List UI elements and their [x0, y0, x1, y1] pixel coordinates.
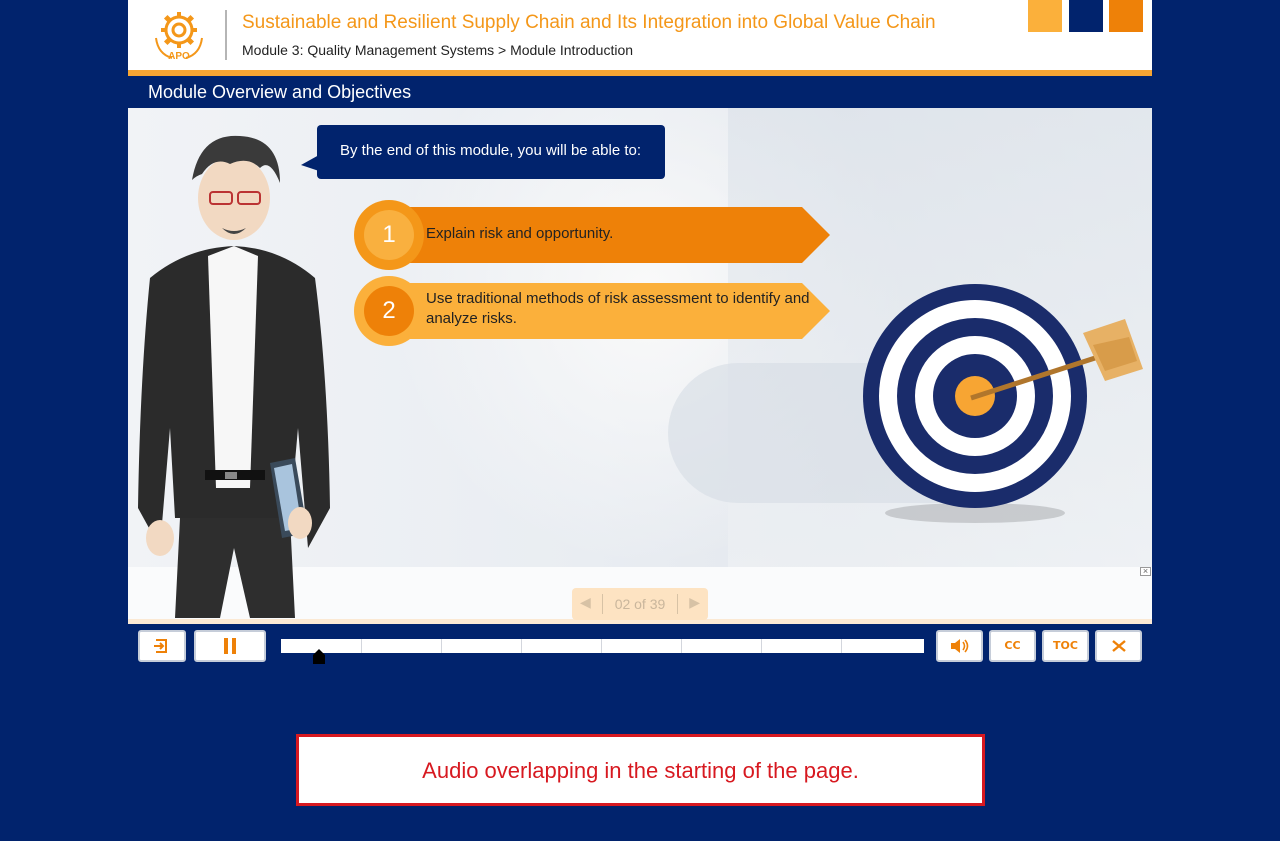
section-title: Module Overview and Objectives [148, 82, 412, 102]
course-title: Sustainable and Resilient Supply Chain a… [242, 12, 936, 33]
apo-logo: APO [155, 12, 203, 62]
progress-tick [841, 639, 842, 653]
objective-number: 1 [364, 210, 414, 260]
decor-square-light-orange [1028, 0, 1062, 32]
table-of-contents-button[interactable]: TOC [1042, 630, 1089, 662]
next-slide-icon[interactable]: ▶ [689, 594, 700, 611]
review-note-text: Audio overlapping in the starting of the… [422, 758, 859, 783]
slide-stage: By the end of this module, you will be a… [128, 108, 1152, 624]
section-bar: Module Overview and Objectives [128, 76, 1152, 108]
decor-square-navy [1069, 0, 1103, 32]
closed-captions-button[interactable]: CC [989, 630, 1036, 662]
audio-button[interactable] [936, 630, 983, 662]
speaker-icon [950, 639, 968, 653]
progress-tick [441, 639, 442, 653]
toc-label: TOC [1053, 639, 1078, 652]
review-note: Audio overlapping in the starting of the… [296, 734, 985, 806]
progress-tick [761, 639, 762, 653]
close-icon[interactable]: × [1140, 567, 1151, 576]
progress-tick [361, 639, 362, 653]
objective-text: Use traditional methods of risk assessme… [426, 290, 810, 327]
exit-button[interactable] [138, 630, 186, 662]
exit-icon [154, 639, 167, 653]
header-divider [225, 10, 227, 60]
intro-text: By the end of this module, you will be a… [340, 142, 642, 159]
presenter-character [138, 135, 330, 618]
progress-tick [681, 639, 682, 653]
fullscreen-icon [1111, 640, 1126, 652]
previous-slide-icon[interactable]: ◀ [580, 594, 591, 611]
progress-bar[interactable] [281, 639, 924, 664]
page-counter: 02 of 39 [614, 596, 666, 612]
pause-button[interactable] [194, 630, 266, 662]
objective-number-badge: 2 [354, 276, 424, 346]
objective-number: 2 [364, 286, 414, 336]
objective-text: Explain risk and opportunity. [426, 225, 614, 242]
course-header: APO Sustainable and Resilient Supply Cha… [128, 0, 1152, 70]
progress-tick [521, 639, 522, 653]
slide-pager: ◀ 02 of 39 ▶ [572, 588, 708, 620]
progress-knob[interactable] [313, 649, 326, 664]
logo-text: APO [168, 51, 190, 62]
pager-separator [602, 594, 603, 614]
intro-speech-bubble: By the end of this module, you will be a… [301, 125, 665, 179]
pause-icon [224, 638, 236, 654]
player-controls: CC TOC [128, 624, 1152, 670]
cc-label: CC [1004, 639, 1021, 652]
decor-square-orange [1109, 0, 1143, 32]
breadcrumb: Module 3: Quality Management Systems > M… [242, 42, 634, 58]
target-with-arrow-icon [863, 284, 1143, 523]
progress-tick [601, 639, 602, 653]
pager-separator [677, 594, 678, 614]
objective-number-badge: 1 [354, 200, 424, 270]
fullscreen-button[interactable] [1095, 630, 1142, 662]
